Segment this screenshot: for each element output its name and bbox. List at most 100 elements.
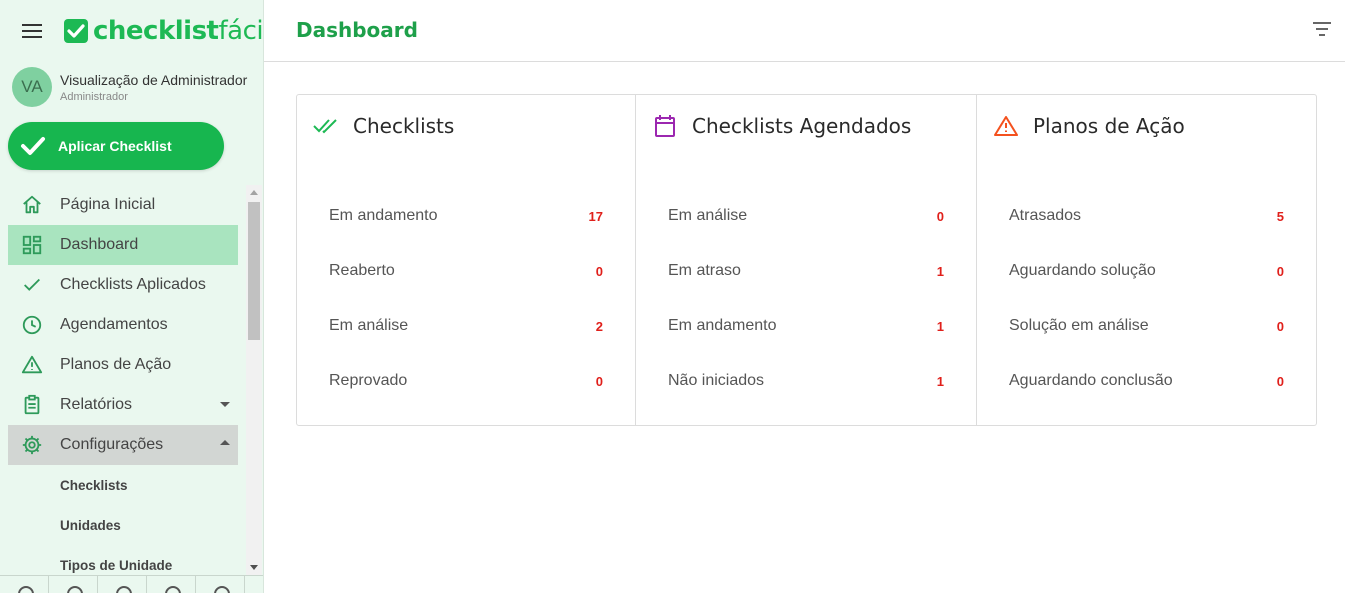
row-value: 5 [1276,208,1284,224]
bottom-bar-button[interactable] [49,576,98,593]
scroll-down-icon[interactable] [250,565,258,570]
clipboard-icon [20,393,44,417]
sidebar-scrollbar[interactable] [246,185,262,575]
row-value: 0 [1276,263,1284,279]
sidebar-item-label: Agendamentos [60,316,168,333]
card-row[interactable]: Em andamento 17 [329,204,603,228]
warning-icon [993,113,1019,139]
double-check-icon [313,113,339,139]
card-title-text: Checklists [353,114,455,138]
card-row[interactable]: Em análise 2 [329,314,603,338]
row-value: 0 [1276,318,1284,334]
row-label: Solução em análise [1009,317,1149,334]
card-row[interactable]: Em andamento 1 [668,314,944,338]
row-value: 1 [936,373,944,389]
scroll-up-icon[interactable] [250,190,258,195]
card-row[interactable]: Solução em análise 0 [1009,314,1284,338]
sidebar-item-label: Configurações [60,436,164,453]
user-profile[interactable]: VA Visualização de Administrador Adminis… [12,67,247,107]
chevron-up-icon[interactable] [220,440,230,445]
row-label: Aguardando solução [1009,262,1156,279]
card-row[interactable]: Reaberto 0 [329,259,603,283]
card-scheduled-checklists: Checklists Agendados Em análise 0 Em atra… [636,95,977,425]
sidebar-nav: Página Inicial Dashboard Checklists Apli… [0,185,246,575]
row-value: 1 [936,318,944,334]
sidebar-item-label: Checklists Aplicados [60,276,206,293]
card-checklists: Checklists Em andamento 17 Reaberto 0 Em a… [297,95,636,425]
card-row[interactable]: Não iniciados 1 [668,369,944,393]
check-icon [21,137,45,155]
user-name: Visualização de Administrador [60,71,248,88]
warning-icon [20,353,44,377]
sidebar-subitem-units[interactable]: Unidades [8,505,238,545]
logo[interactable]: checklistfácil [64,16,264,46]
sidebar-subitem-unit-types[interactable]: Tipos de Unidade [8,545,238,575]
card-row[interactable]: Reprovado 0 [329,369,603,393]
apply-checklist-label: Aplicar Checklist [58,138,172,154]
sidebar-item-schedules[interactable]: Agendamentos [8,305,238,345]
avatar: VA [12,67,52,107]
sidebar-item-action-plans[interactable]: Planos de Ação [8,345,238,385]
row-label: Reprovado [329,372,408,389]
card-title: Checklists [313,113,454,139]
sidebar-item-home[interactable]: Página Inicial [8,185,238,225]
gear-icon [20,433,44,457]
card-row[interactable]: Em atraso 1 [668,259,944,283]
clock-icon [20,313,44,337]
row-label: Aguardando conclusão [1009,372,1173,389]
dashboard-cards: Checklists Em andamento 17 Reaberto 0 Em a… [296,94,1317,426]
logo-text: checklistfácil [93,16,264,46]
card-title-text: Checklists Agendados [692,114,912,138]
row-label: Atrasados [1009,207,1082,224]
row-value: 1 [936,263,944,279]
app-root: checklistfácil VA Visualização de Admini… [0,0,1345,593]
card-title-text: Planos de Ação [1033,114,1185,138]
row-value: 0 [936,208,944,224]
logo-text-light: fácil [218,16,264,46]
row-label: Reaberto [329,262,395,279]
menu-icon[interactable] [22,24,42,40]
dashboard-icon [20,233,44,257]
row-value: 2 [595,318,603,334]
sidebar-item-label: Planos de Ação [60,356,172,373]
user-info: Visualização de Administrador Administra… [60,72,247,103]
card-row[interactable]: Atrasados 5 [1009,204,1284,228]
chevron-down-icon[interactable] [220,402,230,407]
row-label: Em andamento [329,207,438,224]
row-value: 0 [595,373,603,389]
check-icon [20,273,44,297]
row-label: Não iniciados [668,372,765,389]
bottom-bar-button[interactable] [98,576,147,593]
sidebar-item-reports[interactable]: Relatórios [8,385,238,425]
bottom-bar-button[interactable] [147,576,196,593]
row-label: Em análise [329,317,409,334]
card-row[interactable]: Em análise 0 [668,204,944,228]
sidebar-item-label: Relatórios [60,396,133,413]
card-title: Checklists Agendados [652,113,911,139]
scroll-thumb[interactable] [248,202,260,340]
user-role: Administrador [60,90,128,103]
card-action-plans: Planos de Ação Atrasados 5 Aguardando sol… [977,95,1316,425]
logo-check-icon [64,19,88,43]
sidebar-topbar: checklistfácil [0,0,264,62]
sidebar-item-applied-checklists[interactable]: Checklists Aplicados [8,265,238,305]
page-header: Dashboard [264,0,1345,62]
card-row[interactable]: Aguardando solução 0 [1009,259,1284,283]
card-row[interactable]: Aguardando conclusão 0 [1009,369,1284,393]
bottom-bar-button[interactable] [196,576,245,593]
sidebar-bottom-bar [0,575,263,593]
row-value: 17 [588,208,603,224]
filter-icon[interactable] [1313,22,1331,36]
sidebar-item-dashboard[interactable]: Dashboard [8,225,238,265]
sidebar: checklistfácil VA Visualização de Admini… [0,0,264,593]
logo-text-bold: checklist [93,16,219,46]
page-title: Dashboard [296,18,418,42]
sidebar-item-settings[interactable]: Configurações [8,425,238,465]
row-value: 0 [595,263,603,279]
bottom-bar-button[interactable] [0,576,49,593]
apply-checklist-button[interactable]: Aplicar Checklist [8,122,224,170]
sidebar-item-label: Página Inicial [60,196,156,213]
sidebar-item-label: Dashboard [60,236,139,253]
row-label: Em atraso [668,262,741,279]
sidebar-subitem-checklists[interactable]: Checklists [8,465,238,505]
